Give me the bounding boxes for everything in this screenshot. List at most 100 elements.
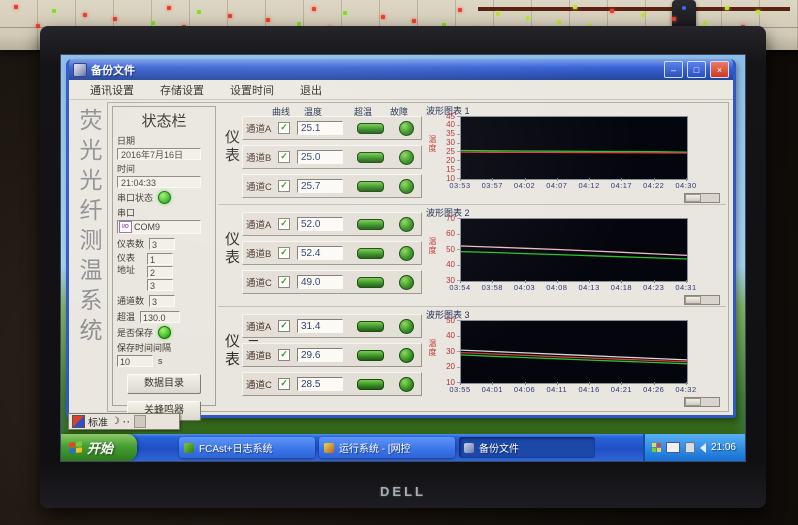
- overtemp-indicator: [357, 219, 384, 230]
- overtemp-indicator: [357, 277, 384, 288]
- channel-row: 通道C ✓ 28.5: [242, 372, 422, 396]
- fault-led: [399, 246, 414, 261]
- meter-count-label: 仪表数: [117, 237, 144, 250]
- curve-checkbox[interactable]: ✓: [278, 180, 290, 192]
- ime-softkeyboard-icon[interactable]: [134, 415, 146, 428]
- menu-item-comm-settings[interactable]: 通讯设置: [77, 82, 147, 98]
- temperature-value: 52.4: [297, 246, 343, 260]
- app-window: 备份文件 – □ × 通讯设置 存储设置 设置时间 退出 荧光光纤测温系统 状态…: [66, 59, 736, 418]
- waveform-chart-2: 波形图表 2 温度 304050607003:5403:5804:0304:08…: [424, 205, 726, 307]
- series-channel-pink: [461, 246, 687, 255]
- x-tick-label: 04:01: [482, 385, 503, 394]
- start-button[interactable]: 开始: [61, 434, 137, 461]
- windows-flag-icon: [69, 441, 82, 453]
- start-label: 开始: [87, 438, 113, 457]
- fault-led: [399, 121, 414, 136]
- meter-count-field[interactable]: 3: [149, 238, 175, 250]
- ime-punctuation-icon[interactable]: ··: [123, 417, 131, 427]
- menu-item-storage-settings[interactable]: 存储设置: [147, 82, 217, 98]
- panel-led: [113, 17, 117, 21]
- taskbar-button-label: FCAst+日志系统: [199, 440, 273, 455]
- fault-led: [399, 150, 414, 165]
- x-tick-label: 04:06: [514, 385, 535, 394]
- curve-checkbox[interactable]: ✓: [278, 320, 290, 332]
- ime-mode-label: 标准: [88, 414, 108, 429]
- status-panel: 状态栏 日期 2016年7月16日 时间 21:04:33 串口状态 串口 I/…: [112, 106, 216, 406]
- y-tick-label: 40: [424, 260, 455, 269]
- close-button[interactable]: ×: [710, 61, 729, 78]
- menu-item-set-time[interactable]: 设置时间: [217, 82, 287, 98]
- temperature-value: 28.5: [297, 377, 343, 391]
- x-tick-label: 04:11: [546, 385, 567, 394]
- menu-item-exit[interactable]: 退出: [287, 82, 335, 98]
- maximize-button[interactable]: □: [687, 61, 706, 78]
- chart-scrollbar[interactable]: [684, 193, 720, 203]
- channel-label: 通道A: [246, 217, 278, 231]
- ime-bar[interactable]: 标准 ☽ ··: [68, 413, 180, 430]
- x-tick-label: 04:21: [611, 385, 632, 394]
- overtemp-indicator: [357, 321, 384, 332]
- curve-checkbox[interactable]: ✓: [278, 151, 290, 163]
- tray-keyboard-icon[interactable]: [666, 442, 680, 453]
- serial-port-combo[interactable]: I/O COM9: [117, 220, 201, 234]
- fault-led: [399, 217, 414, 232]
- save-interval-field[interactable]: 10: [117, 355, 153, 367]
- time-label: 时间: [117, 162, 211, 175]
- meter-address-3[interactable]: 3: [147, 279, 173, 291]
- taskbar-button-run-system[interactable]: 运行系统 - [网控: [319, 437, 455, 458]
- data-directory-button[interactable]: 数据目录: [127, 374, 201, 394]
- time-value: 21:04:33: [117, 176, 201, 188]
- tray-speaker-icon[interactable]: [700, 443, 706, 453]
- channel-row: 通道B ✓ 29.6: [242, 343, 422, 367]
- meter-address-2[interactable]: 2: [147, 266, 173, 278]
- chart-y-axis-label: 温度: [427, 135, 438, 153]
- window-icon: [73, 63, 87, 77]
- taskbar-button-backup-file[interactable]: 备份文件: [459, 437, 595, 458]
- overtemp-indicator: [357, 152, 384, 163]
- fault-led: [399, 275, 414, 290]
- waveform-chart-1: 波形图表 1 温度 101520253035404503:5303:5704:0…: [424, 103, 726, 205]
- temperature-value: 25.0: [297, 150, 343, 164]
- chart-scrollbar[interactable]: [684, 397, 720, 407]
- temperature-value: 31.4: [297, 319, 343, 333]
- curve-checkbox[interactable]: ✓: [278, 122, 290, 134]
- chart-scrollbar[interactable]: [684, 295, 720, 305]
- series-channel-green: [461, 355, 687, 364]
- visa-io-icon: I/O: [119, 221, 132, 233]
- curve-checkbox[interactable]: ✓: [278, 349, 290, 361]
- tray-app-icon[interactable]: [652, 443, 661, 452]
- overtemp-indicator: [357, 123, 384, 134]
- curve-checkbox[interactable]: ✓: [278, 378, 290, 390]
- app-icon: [464, 443, 474, 453]
- chart-y-axis-label: 温度: [427, 339, 438, 357]
- temperature-value: 25.7: [297, 179, 343, 193]
- x-tick-label: 03:54: [449, 283, 470, 292]
- channel-count-field[interactable]: 3: [149, 295, 175, 307]
- panel-led: [756, 10, 760, 14]
- save-enabled-led[interactable]: [158, 326, 171, 339]
- meter-address-1[interactable]: 1: [147, 253, 173, 265]
- channel-label: 通道A: [246, 121, 278, 135]
- ime-fullwidth-moon-icon[interactable]: ☽: [111, 417, 120, 427]
- tray-clock: 21:06: [711, 442, 736, 453]
- overtemp-field[interactable]: 130.0: [140, 311, 180, 323]
- ime-logo-icon[interactable]: [72, 415, 85, 428]
- overtemp-indicator: [357, 379, 384, 390]
- taskbar-button-log-system[interactable]: FCAst+日志系统: [179, 437, 315, 458]
- temperature-value: 52.0: [297, 217, 343, 231]
- chart-plot-area: [460, 218, 688, 282]
- x-tick-label: 03:58: [482, 283, 503, 292]
- x-tick-label: 04:12: [579, 181, 600, 190]
- panel-led: [14, 5, 18, 9]
- curve-checkbox[interactable]: ✓: [278, 218, 290, 230]
- curve-checkbox[interactable]: ✓: [278, 247, 290, 259]
- y-tick-label: 10: [424, 174, 455, 183]
- fault-led: [399, 179, 414, 194]
- panel-led: [228, 14, 232, 18]
- minimize-button[interactable]: –: [664, 61, 683, 78]
- tray-usb-icon[interactable]: [685, 442, 695, 453]
- curve-checkbox[interactable]: ✓: [278, 276, 290, 288]
- x-tick-label: 04:13: [579, 283, 600, 292]
- panel-led: [703, 21, 707, 25]
- panel-led: [610, 9, 614, 13]
